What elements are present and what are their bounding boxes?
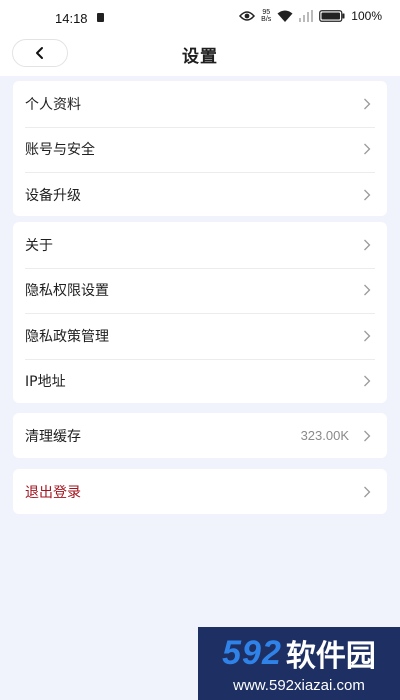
chevron-right-icon [364, 189, 371, 201]
nav-bar: 设置 [0, 34, 400, 74]
watermark-url: www.592xiazai.com [233, 677, 365, 694]
watermark-number: 592 [222, 633, 282, 672]
signal-icon [299, 10, 314, 22]
settings-item-label: 清理缓存 [25, 428, 81, 445]
settings-item-device-upgrade[interactable]: 设备升级 [13, 172, 387, 218]
status-bar: 14:18 95 B/s 100% [0, 0, 400, 34]
page-title: 设置 [182, 47, 218, 67]
chevron-right-icon [364, 330, 371, 342]
net-speed-unit: B/s [261, 16, 272, 23]
settings-group-logout: 退出登录 [13, 469, 387, 514]
settings-item-about[interactable]: 关于 [13, 222, 387, 268]
watermark-badge: 592 软件园 www.592xiazai.com [198, 627, 400, 700]
cache-size-value: 323.00K [300, 428, 349, 443]
net-speed-value: 95 [262, 9, 271, 16]
settings-item-label: 设备升级 [25, 187, 81, 204]
settings-group-cache: 清理缓存 323.00K [13, 413, 387, 458]
logout-label: 退出登录 [25, 484, 81, 501]
logout-button[interactable]: 退出登录 [13, 469, 387, 514]
net-speed: 95 B/s [261, 9, 271, 23]
lock-icon [97, 13, 104, 22]
settings-item-clear-cache[interactable]: 清理缓存 323.00K [13, 413, 387, 458]
settings-item-label: 个人资料 [25, 96, 81, 113]
settings-item-ip-address[interactable]: IP地址 [13, 358, 387, 405]
settings-group-privacy: 关于 隐私权限设置 隐私政策管理 IP地址 [13, 222, 387, 403]
settings-item-privacy-policy[interactable]: 隐私政策管理 [13, 313, 387, 359]
settings-item-privacy-permissions[interactable]: 隐私权限设置 [13, 267, 387, 314]
watermark-logo: 592 软件园 [198, 631, 400, 675]
settings-item-label: 关于 [25, 237, 53, 254]
settings-group-account: 个人资料 账号与安全 设备升级 [13, 81, 387, 216]
chevron-right-icon [364, 239, 371, 251]
wifi-icon [277, 10, 293, 22]
status-icons: 95 B/s 100% [239, 9, 382, 23]
chevron-right-icon [364, 143, 371, 155]
chevron-right-icon [364, 375, 371, 387]
battery-percent: 100% [351, 9, 382, 23]
status-time: 14:18 [55, 11, 88, 26]
settings-item-profile[interactable]: 个人资料 [13, 81, 387, 127]
settings-item-account-security[interactable]: 账号与安全 [13, 126, 387, 173]
eye-icon [239, 11, 256, 21]
settings-item-label: IP地址 [25, 374, 66, 391]
battery-icon [319, 10, 345, 22]
chevron-right-icon [364, 486, 371, 497]
settings-item-label: 隐私权限设置 [25, 283, 109, 300]
chevron-right-icon [364, 284, 371, 296]
chevron-right-icon [364, 98, 371, 110]
watermark-brand: 软件园 [285, 639, 376, 674]
settings-item-label: 隐私政策管理 [25, 328, 109, 345]
chevron-right-icon [364, 430, 371, 441]
settings-item-label: 账号与安全 [25, 142, 95, 159]
